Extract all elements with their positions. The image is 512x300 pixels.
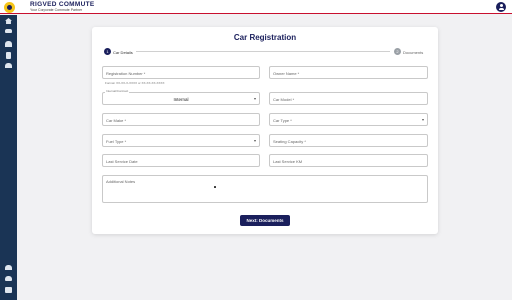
car-make-placeholder: Car Make * [106, 117, 127, 123]
step-2-label: Documents [403, 49, 424, 55]
internal-contract-label: Internal/Contract [105, 89, 130, 93]
step-2-indicator: 2 [394, 48, 401, 55]
top-bar: RIGVED COMMUTE Your Corporate Commute Pa… [0, 0, 512, 14]
brand-tagline: Your Corporate Commute Partner [30, 8, 83, 12]
chevron-down-icon: ▾ [253, 138, 256, 143]
chevron-down-icon: ▾ [421, 117, 424, 122]
brand-name: RIGVED COMMUTE [30, 1, 95, 8]
stepper-connector [136, 51, 390, 52]
last-service-date-field[interactable]: Last Service Date [102, 154, 260, 167]
add-user-icon[interactable] [5, 265, 12, 270]
group-icon[interactable] [5, 63, 12, 68]
chevron-down-icon: ▾ [253, 96, 256, 101]
page-title: Car Registration [233, 33, 297, 42]
car-type-placeholder: Car Type * [273, 117, 292, 123]
next-documents-button[interactable]: Next: Documents [240, 215, 290, 226]
fuel-type-select[interactable]: Fuel Type * ▾ [102, 134, 260, 147]
additional-notes-placeholder: Additional Notes [106, 179, 136, 184]
internal-contract-select[interactable]: Internal ▾ [102, 92, 260, 105]
document-icon[interactable] [6, 52, 11, 59]
car-registration-card: Car Registration 1 Car Details 2 Documen… [92, 27, 438, 234]
seating-capacity-placeholder: Seating Capacity * [273, 138, 306, 144]
owner-name-placeholder: Owner Name * [273, 70, 300, 76]
additional-notes-textarea[interactable]: Additional Notes [102, 175, 428, 203]
step-1-indicator: 1 [104, 48, 111, 55]
car-make-field[interactable]: Car Make * [102, 113, 260, 126]
car-model-field[interactable]: Car Model * [269, 92, 428, 105]
registration-number-field[interactable]: Registration Number * [102, 66, 260, 79]
internal-contract-value: Internal [173, 96, 189, 102]
users-icon[interactable] [5, 41, 12, 47]
seating-capacity-field[interactable]: Seating Capacity * [269, 134, 428, 147]
registration-number-hint: Format: XX-XX-X-XXXX or XX-XX-XX-XXXX [105, 81, 165, 85]
registration-number-placeholder: Registration Number * [106, 70, 146, 76]
sidebar [0, 15, 17, 300]
user-avatar-icon[interactable] [496, 2, 506, 12]
last-service-date-placeholder: Last Service Date [106, 158, 138, 164]
brand-logo-icon [4, 2, 15, 13]
car-type-select[interactable]: Car Type * ▾ [269, 113, 428, 126]
fuel-type-placeholder: Fuel Type * [106, 138, 127, 144]
last-service-km-placeholder: Last Service KM [273, 158, 303, 164]
settings-icon[interactable] [5, 287, 12, 293]
home-icon[interactable] [5, 18, 12, 24]
step-1-label: Car Details [113, 49, 133, 55]
car-registration-icon[interactable] [5, 276, 12, 281]
car-icon[interactable] [5, 29, 12, 33]
owner-name-field[interactable]: Owner Name * [269, 66, 428, 79]
last-service-km-field[interactable]: Last Service KM [269, 154, 428, 167]
mouse-cursor-icon [214, 186, 216, 188]
car-model-placeholder: Car Model * [273, 96, 295, 102]
